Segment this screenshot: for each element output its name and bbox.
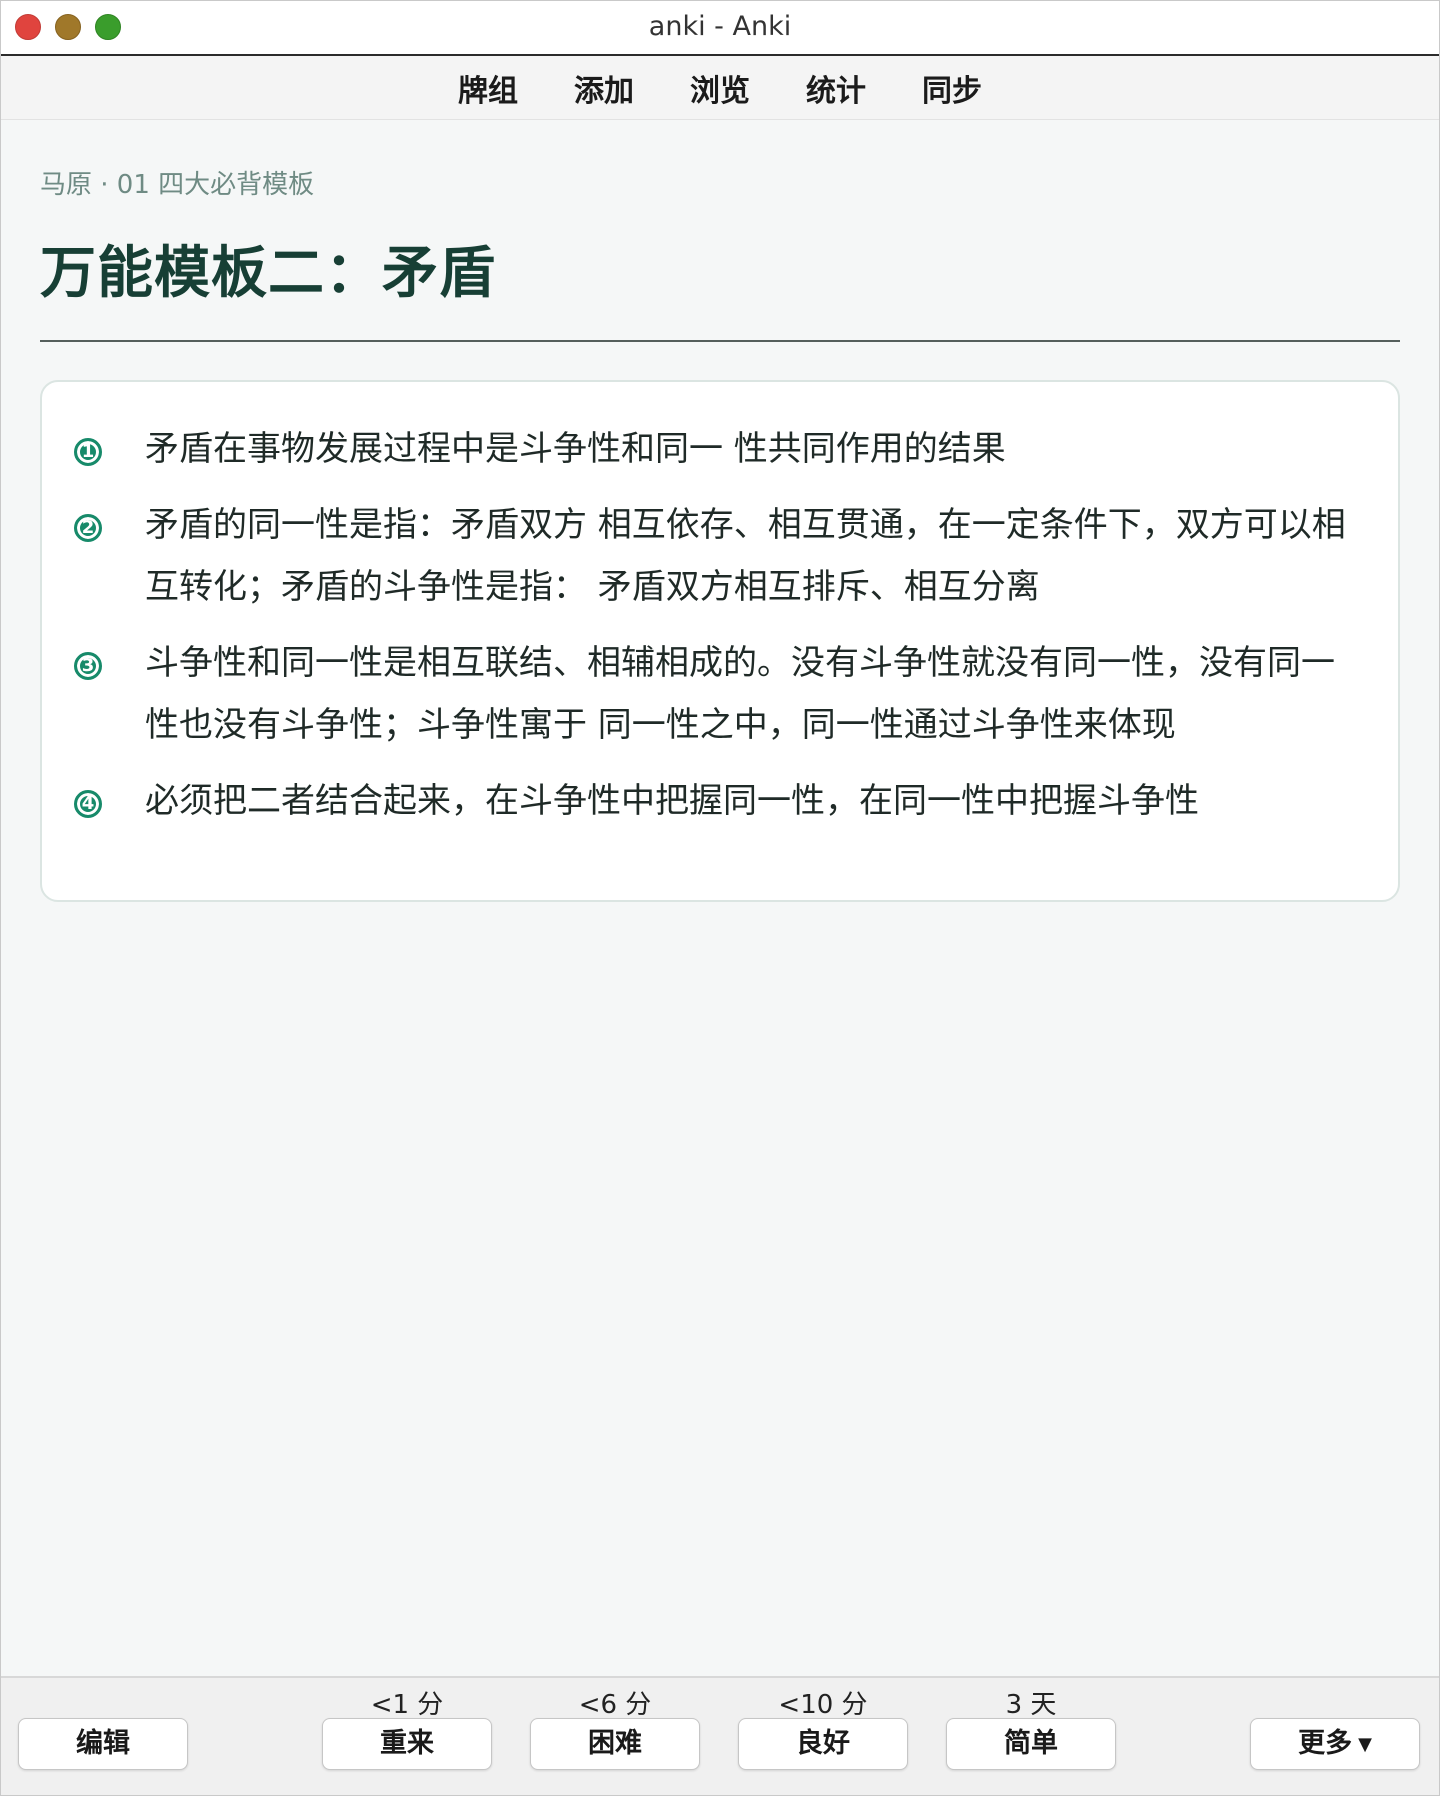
- again-button[interactable]: 重来: [322, 1718, 492, 1770]
- point-text: 斗争性和同一性是相互联结、相辅相成的。没有斗争性就没有同一性，没有同一性也没有斗…: [145, 643, 1335, 745]
- list-item: 1 矛盾在事物发展过程中是斗争性和同一 性共同作用的结果: [74, 418, 1358, 480]
- toolbar-add[interactable]: 添加: [546, 66, 662, 110]
- more-button[interactable]: 更多 ▼: [1250, 1718, 1420, 1770]
- hard-interval: <6 分: [578, 1690, 652, 1720]
- again-interval: <1 分: [370, 1690, 444, 1720]
- easy-interval: 3 天: [1005, 1690, 1057, 1720]
- card-title: 万能模板二：矛盾: [40, 241, 496, 306]
- easy-button[interactable]: 简单: [946, 1718, 1116, 1770]
- edit-button[interactable]: 编辑: [18, 1718, 188, 1770]
- number-badge-4: 4: [74, 790, 102, 818]
- point-text: 矛盾的同一性是指：矛盾双方 相互依存、相互贯通，在一定条件下，双方可以相互转化；…: [145, 505, 1346, 607]
- point-text: 矛盾在事物发展过程中是斗争性和同一 性共同作用的结果: [145, 429, 1006, 469]
- number-badge-2: 2: [74, 514, 102, 542]
- divider: [40, 340, 1400, 342]
- number-badge-3: 3: [74, 652, 102, 680]
- caret-down-icon: ▼: [1358, 1733, 1372, 1755]
- number-badge-1: 1: [74, 438, 102, 466]
- toolbar-decks[interactable]: 牌组: [430, 66, 546, 110]
- toolbar-sync[interactable]: 同步: [894, 66, 1010, 110]
- list-item: 4 必须把二者结合起来，在斗争性中把握同一性，在同一性中把握斗争性: [74, 770, 1358, 832]
- window-title: anki - Anki: [648, 11, 792, 42]
- breadcrumb: 马原 · 01 四大必背模板: [40, 170, 315, 200]
- toolbar-stats[interactable]: 统计: [778, 66, 894, 110]
- card-view: 马原 · 01 四大必背模板 万能模板二：矛盾 1 矛盾在事物发展过程中是斗争性…: [0, 120, 1440, 1676]
- points-card: 1 矛盾在事物发展过程中是斗争性和同一 性共同作用的结果 2 矛盾的同一性是指：…: [40, 380, 1400, 902]
- list-item: 3 斗争性和同一性是相互联结、相辅相成的。没有斗争性就没有同一性，没有同一性也没…: [74, 632, 1358, 756]
- more-label: 更多: [1298, 1728, 1353, 1759]
- main-toolbar: 牌组 添加 浏览 统计 同步: [0, 56, 1440, 120]
- point-text: 必须把二者结合起来，在斗争性中把握同一性，在同一性中把握斗争性: [145, 781, 1199, 821]
- toolbar-browse[interactable]: 浏览: [662, 66, 778, 110]
- answer-bar: 编辑 <1 分 重来 <6 分 困难 <10 分 良好 3 天 简单 更多 ▼: [0, 1676, 1440, 1796]
- title-bar: anki - Anki: [0, 0, 1440, 56]
- list-item: 2 矛盾的同一性是指：矛盾双方 相互依存、相互贯通，在一定条件下，双方可以相互转…: [74, 494, 1358, 618]
- good-interval: <10 分: [778, 1690, 868, 1720]
- good-button[interactable]: 良好: [738, 1718, 908, 1770]
- hard-button[interactable]: 困难: [530, 1718, 700, 1770]
